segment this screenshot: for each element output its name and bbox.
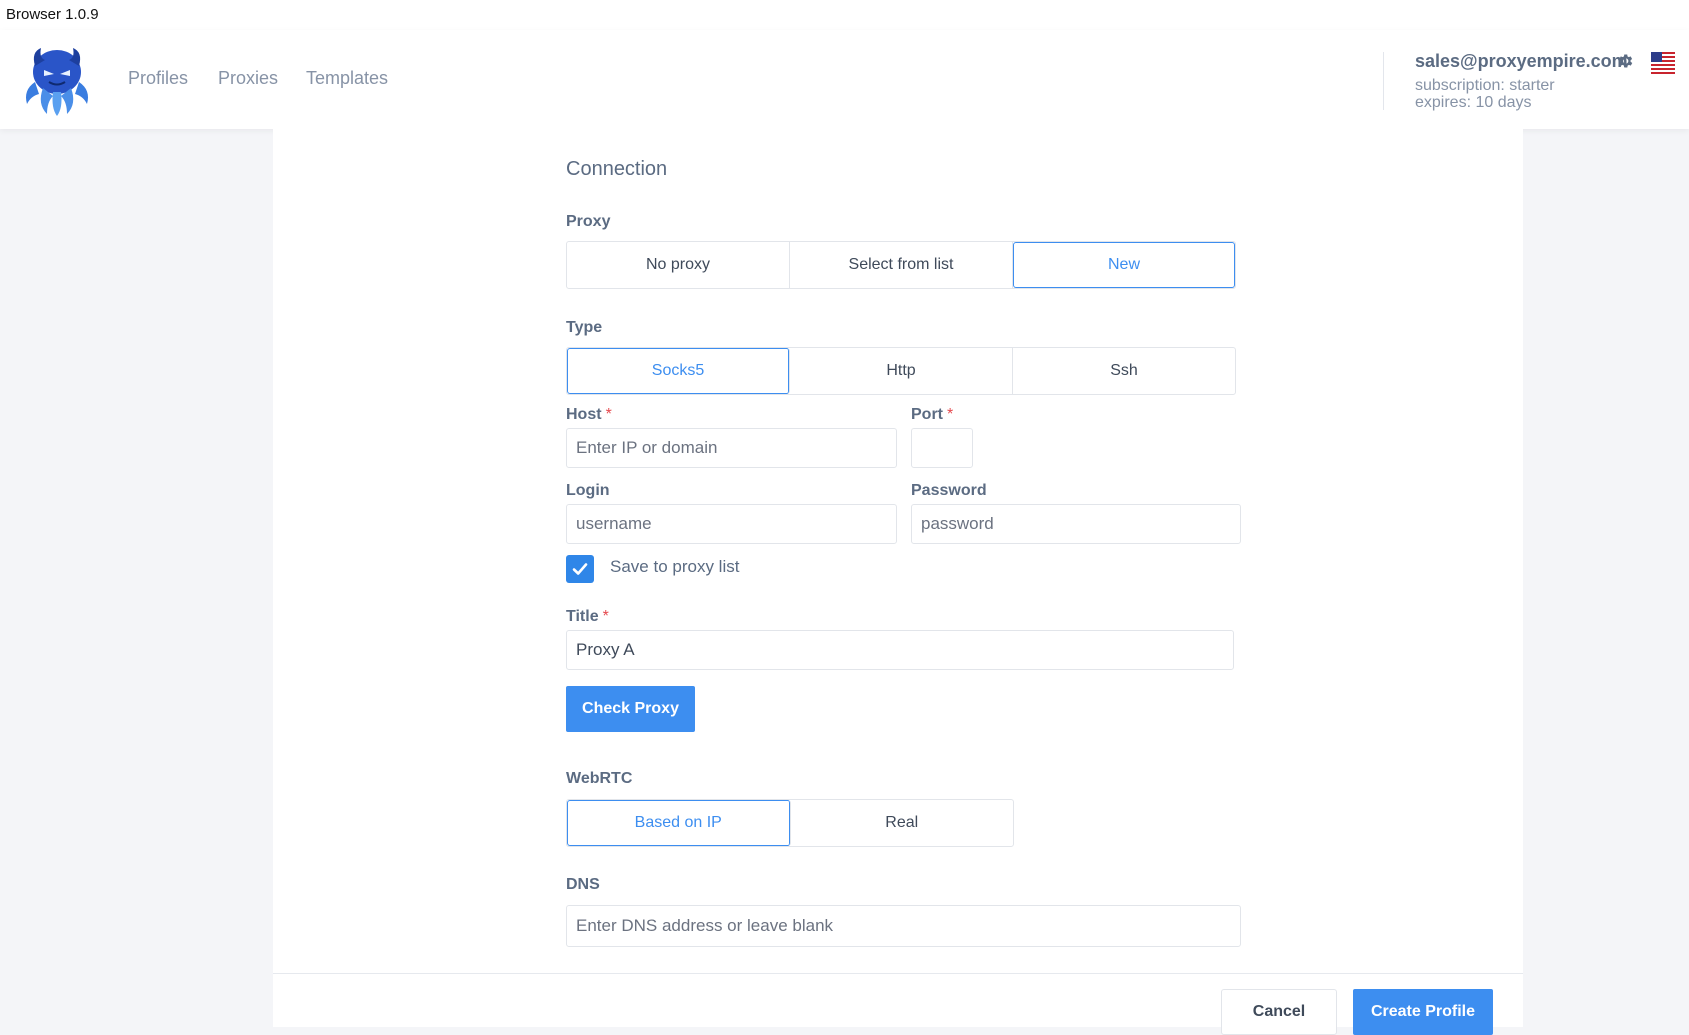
login-input[interactable] <box>566 504 897 544</box>
subscription-text: subscription: starter <box>1415 77 1555 94</box>
proxy-option-new[interactable]: New <box>1013 242 1235 288</box>
nav-proxies[interactable]: Proxies <box>218 68 278 89</box>
webrtc-option-real[interactable]: Real <box>791 800 1014 846</box>
type-option-ssh[interactable]: Ssh <box>1013 348 1235 394</box>
port-required-mark: * <box>947 406 954 423</box>
host-label-text: Host <box>566 406 602 423</box>
create-profile-button[interactable]: Create Profile <box>1353 989 1493 1035</box>
proxy-option-select-from-list[interactable]: Select from list <box>790 242 1013 288</box>
password-input[interactable] <box>911 504 1241 544</box>
section-title-connection: Connection <box>566 158 668 180</box>
host-label: Host * <box>566 406 612 424</box>
nav-templates[interactable]: Templates <box>306 68 388 89</box>
login-label: Login <box>566 482 610 499</box>
dns-label: DNS <box>566 876 600 893</box>
type-option-http[interactable]: Http <box>790 348 1013 394</box>
save-to-proxy-list-label[interactable]: Save to proxy list <box>610 557 739 577</box>
webrtc-option-based-on-ip[interactable]: Based on IP <box>567 800 791 846</box>
proxy-label: Proxy <box>566 213 611 230</box>
account-email: sales@proxyempire.com <box>1415 51 1628 71</box>
app-header: Profiles Proxies Templates sales@proxyem… <box>0 30 1689 129</box>
type-option-socks5[interactable]: Socks5 <box>567 348 790 394</box>
check-icon <box>572 563 588 575</box>
webrtc-label: WebRTC <box>566 770 633 787</box>
port-input[interactable] <box>911 428 973 468</box>
type-label: Type <box>566 319 603 336</box>
title-label: Title * <box>566 608 609 626</box>
port-label-text: Port <box>911 406 943 423</box>
host-required-mark: * <box>605 406 612 423</box>
webrtc-selector: Based on IP Real <box>566 799 1014 847</box>
port-label: Port * <box>911 406 953 424</box>
nav-profiles[interactable]: Profiles <box>128 68 188 89</box>
expires-text: expires: 10 days <box>1415 94 1532 111</box>
host-input[interactable] <box>566 428 897 468</box>
dns-input[interactable] <box>566 905 1241 947</box>
us-flag-icon[interactable] <box>1651 52 1675 74</box>
proxy-type-selector: Socks5 Http Ssh <box>566 347 1236 395</box>
save-to-proxy-list-checkbox[interactable] <box>566 555 594 583</box>
window-title: Browser 1.0.9 <box>6 6 99 23</box>
proxy-mode-selector: No proxy Select from list New <box>566 241 1236 289</box>
title-required-mark: * <box>602 608 609 625</box>
cancel-button[interactable]: Cancel <box>1221 989 1337 1035</box>
footer-divider <box>273 973 1523 974</box>
header-divider <box>1383 52 1384 110</box>
gear-icon[interactable] <box>1616 52 1634 70</box>
title-label-text: Title <box>566 608 599 625</box>
title-input[interactable] <box>566 630 1234 670</box>
check-proxy-button[interactable]: Check Proxy <box>566 686 695 732</box>
password-label: Password <box>911 482 987 499</box>
proxy-option-no-proxy[interactable]: No proxy <box>567 242 790 288</box>
window-titlebar: Browser 1.0.9 <box>0 0 1689 30</box>
octopus-logo-icon[interactable] <box>17 38 97 118</box>
